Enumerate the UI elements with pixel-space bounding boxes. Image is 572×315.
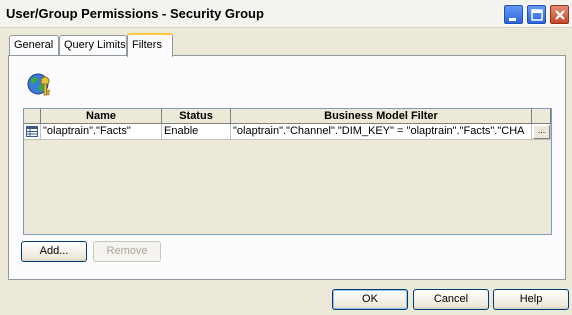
cell-business-model-filter[interactable]: "olaptrain"."Channel"."DIM_KEY" = "olapt… [231,124,532,140]
remove-button[interactable]: Remove [93,241,161,262]
cell-status[interactable]: Enable [162,124,231,140]
filters-table: Name Status Business Model Filter "olapt… [23,108,552,235]
maximize-button[interactable] [526,4,547,25]
permissions-dialog: User/Group Permissions - Security Group … [0,0,572,315]
column-header-business-model-filter[interactable]: Business Model Filter [231,109,532,124]
column-header-status[interactable]: Status [162,109,231,124]
tab-filters[interactable]: Filters [127,33,173,57]
column-header-name[interactable]: Name [41,109,162,124]
help-button[interactable]: Help [493,289,569,310]
tab-query-limits[interactable]: Query Limits [59,35,127,55]
edit-column-header [532,109,551,124]
table-row-icon [26,126,38,137]
title-bar[interactable]: User/Group Permissions - Security Group [0,0,572,28]
cell-name[interactable]: "olaptrain"."Facts" [41,124,162,140]
row-selector[interactable] [24,124,41,140]
maximize-icon [531,9,543,21]
ok-button[interactable]: OK [332,289,408,310]
minimize-button[interactable] [503,4,524,25]
row-selector-header [24,109,41,124]
close-icon [555,10,565,20]
close-button[interactable] [549,4,570,25]
filters-panel: Name Status Business Model Filter "olapt… [8,55,566,280]
globe-key-icon [27,73,50,96]
tab-general[interactable]: General [9,35,59,55]
window-title: User/Group Permissions - Security Group [6,6,264,21]
cancel-button[interactable]: Cancel [413,289,489,310]
minimize-icon [509,18,516,21]
edit-filter-button[interactable]: ... [533,125,550,139]
add-button[interactable]: Add... [21,241,87,262]
